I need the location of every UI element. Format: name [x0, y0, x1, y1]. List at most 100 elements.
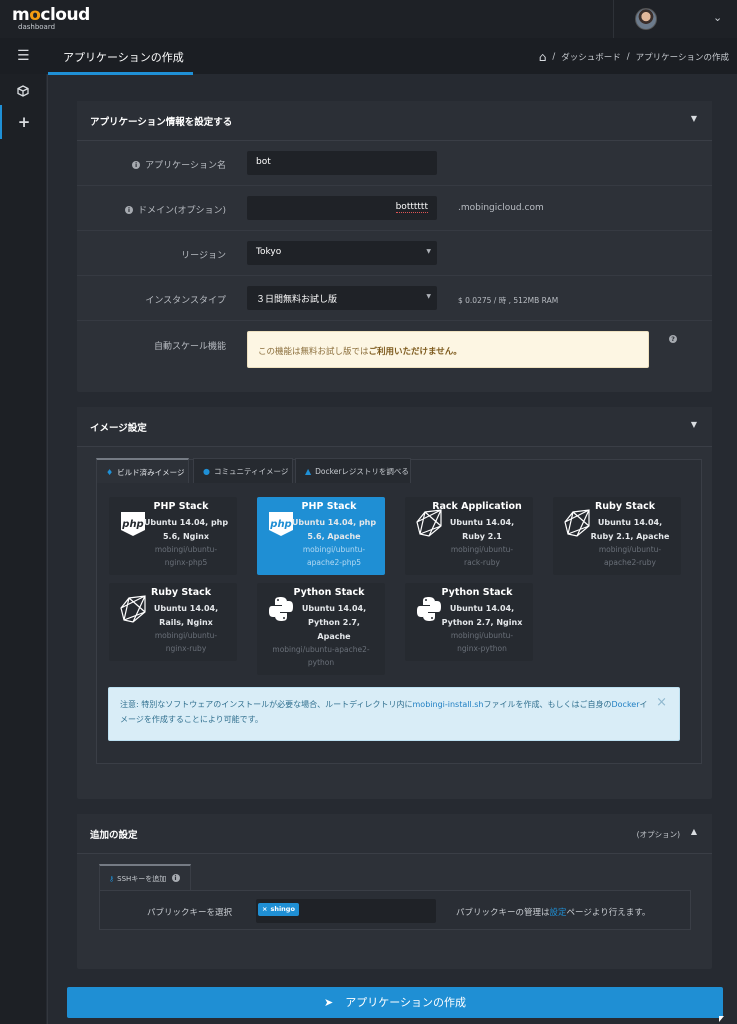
user-avatar[interactable] — [635, 8, 657, 30]
logo-cloud: cloud — [40, 5, 90, 25]
close-icon[interactable]: × — [656, 695, 667, 710]
card-image-name: mobingi/ubuntu-nginx-php5 — [139, 543, 233, 569]
card-name: Rack Application — [432, 501, 522, 512]
image-card-php-nginx[interactable]: php PHP Stack Ubuntu 14.04, php 5.6, Ngin… — [109, 497, 237, 575]
fire-icon: ♦ — [106, 468, 114, 477]
tab-community[interactable]: ● コミュニティイメージ — [193, 458, 293, 483]
create-app-button-label: アプリケーションの作成 — [345, 996, 466, 1009]
card-desc-line: Ruby 2.1, Apache — [590, 532, 670, 541]
plus-icon: + — [17, 113, 31, 131]
settings-link[interactable]: 設定 — [550, 908, 567, 918]
card-desc: Ubuntu 14.04, php 5.6, Nginx — [139, 516, 233, 544]
app-info-title: アプリケーション情報を設定する — [90, 117, 233, 128]
mouse-cursor — [719, 1016, 724, 1022]
card-desc-line: 5.6, Apache — [307, 532, 361, 541]
instance-select[interactable]: ３日間無料お試し版 ▼ — [247, 286, 437, 310]
card-image-line: mobingi/ubuntu- — [598, 545, 662, 554]
domain-label-text: ドメイン(オプション) — [137, 206, 226, 216]
card-desc: Ubuntu 14.04, Python 2.7, Nginx — [435, 602, 529, 630]
image-card-ruby-apache[interactable]: Ruby Stack Ubuntu 14.04, Ruby 2.1, Apache… — [553, 497, 681, 575]
card-image-line: mobingi/ubuntu- — [154, 631, 218, 640]
image-card-python-apache[interactable]: Python Stack Ubuntu 14.04, Python 2.7, Apa… — [257, 583, 385, 675]
instance-price: $ 0.0275 / 時 , 512MB RAM — [458, 296, 559, 305]
help-icon[interactable]: ? — [669, 335, 677, 343]
image-settings-panel: イメージ設定 ▼ ♦ ビルド済みイメージ ● コミュニティイメージ ▲ Dockerレ… — [77, 407, 712, 799]
card-image-name: mobingi/ubuntu-rack-ruby — [435, 543, 529, 569]
autoscale-label: 自動スケール機能 — [153, 342, 226, 352]
domain-input[interactable]: botttttt — [247, 196, 437, 220]
sidebar-item-applications[interactable] — [0, 74, 46, 108]
card-desc-line: Ubuntu 14.04, php — [143, 518, 229, 527]
region-label: リージョン — [181, 251, 226, 261]
sidebar-divider — [47, 74, 48, 1024]
sidebar-item-create[interactable]: + — [0, 105, 46, 139]
logo-subtitle: dashboard — [18, 23, 56, 31]
image-card-php-apache[interactable]: php PHP Stack Ubuntu 14.04, php 5.6, Apac… — [257, 497, 385, 575]
card-desc-line: Ruby 2.1 — [462, 532, 502, 541]
breadcrumb-dashboard[interactable]: ダッシュボード — [561, 51, 621, 63]
region-select-value: Tokyo — [256, 247, 282, 257]
card-image-name: mobingi/ubuntu-nginx-python — [435, 629, 529, 655]
card-image-line: mobingi/ubuntu- — [154, 545, 218, 554]
caret-down-icon[interactable]: ▼ — [691, 114, 697, 123]
public-key-tag[interactable]: × shingo — [258, 903, 299, 916]
card-desc-line: Apache — [317, 632, 351, 641]
home-icon[interactable]: ⌂ — [539, 50, 547, 64]
domain-input-value: botttttt — [395, 202, 428, 213]
card-image-name: mobingi/ubuntu-apache2- python — [261, 643, 381, 669]
chevron-down-icon[interactable]: ⌄ — [713, 11, 722, 24]
docker-link[interactable]: Docker — [612, 700, 640, 709]
card-image-name: mobingi/ubuntu-nginx-ruby — [139, 629, 233, 655]
caret-down-icon[interactable]: ▼ — [691, 420, 697, 429]
card-name: Ruby Stack — [594, 501, 656, 512]
card-image-line: mobingi/ubuntu- — [450, 545, 514, 554]
install-script-link[interactable]: mobingi-install.sh — [413, 700, 484, 709]
app-name-label: i アプリケーション名 — [132, 158, 226, 171]
card-desc-line: Ubuntu 14.04, — [153, 604, 219, 613]
card-desc: Ubuntu 14.04, Ruby 2.1, Apache — [583, 516, 677, 544]
domain-suffix: .mobingicloud.com — [458, 203, 544, 213]
row-instance: インスタンスタイプ ３日間無料お試し版 ▼ $ 0.0275 / 時 , 512M… — [77, 276, 712, 321]
image-settings-title: イメージ設定 — [90, 423, 147, 434]
cube-icon — [17, 85, 29, 97]
card-desc-line: Ubuntu 14.04, — [449, 518, 515, 527]
note-text: ファイルを作成、もしくはご自身の — [483, 700, 612, 709]
image-settings-header[interactable]: イメージ設定 ▼ — [77, 407, 712, 447]
card-desc-line: Ubuntu 14.04, — [449, 604, 515, 613]
card-image-line: apache2-ruby — [604, 558, 656, 567]
additional-settings-title: 追加の設定 — [90, 830, 138, 841]
card-desc: Ubuntu 14.04, Rails, Nginx — [139, 602, 233, 630]
card-image-line: nginx-php5 — [164, 558, 208, 567]
caret-down-icon: ▼ — [426, 293, 431, 300]
caret-up-icon[interactable]: ▲ — [691, 827, 697, 836]
card-desc: Ubuntu 14.04, Python 2.7, Apache — [287, 602, 381, 644]
create-app-button[interactable]: ➤ アプリケーションの作成 — [67, 987, 723, 1018]
tab-docker[interactable]: ▲ Dockerレジストリを調べる — [295, 458, 411, 483]
breadcrumb-sep: / — [552, 52, 556, 62]
app-name-input[interactable]: bot — [247, 151, 437, 175]
breadcrumb-current: アプリケーションの作成 — [635, 53, 729, 63]
tab-ssh-key[interactable]: ⚷ SSHキーを追加 i — [99, 864, 191, 890]
image-card-ruby-nginx[interactable]: Ruby Stack Ubuntu 14.04, Rails, Nginx mob… — [109, 583, 237, 661]
tab-community-label: コミュニティイメージ — [213, 467, 289, 476]
card-name: PHP Stack — [301, 501, 357, 512]
card-image-name: mobingi/ubuntu-apache2-php5 — [287, 543, 381, 569]
public-key-label: パブリックキーを選択 — [147, 908, 233, 918]
tag-remove-icon[interactable]: × — [262, 905, 267, 913]
region-select[interactable]: Tokyo ▼ — [247, 241, 437, 265]
app-name-label-text: アプリケーション名 — [145, 161, 226, 171]
logo-o: o — [29, 5, 41, 25]
card-desc: Ubuntu 14.04, php 5.6, Apache — [287, 516, 381, 544]
tab-prebuilt[interactable]: ♦ ビルド済みイメージ — [96, 458, 189, 483]
rocket-icon: ➤ — [324, 996, 334, 1009]
menu-icon[interactable]: ☰ — [17, 48, 30, 64]
app-info-header[interactable]: アプリケーション情報を設定する ▼ — [77, 101, 712, 141]
image-card-rack[interactable]: Rack Application Ubuntu 14.04, Ruby 2.1 m… — [405, 497, 533, 575]
tab-prebuilt-label: ビルド済みイメージ — [117, 468, 185, 477]
public-key-select[interactable]: × shingo — [256, 899, 436, 923]
info-icon: i — [124, 206, 133, 214]
instance-label: インスタンスタイプ — [145, 296, 226, 306]
additional-settings-header[interactable]: 追加の設定 (オプション) ▲ — [77, 814, 712, 854]
image-card-python-nginx[interactable]: Python Stack Ubuntu 14.04, Python 2.7, Ng… — [405, 583, 533, 661]
logo[interactable]: mocloud — [12, 5, 90, 25]
